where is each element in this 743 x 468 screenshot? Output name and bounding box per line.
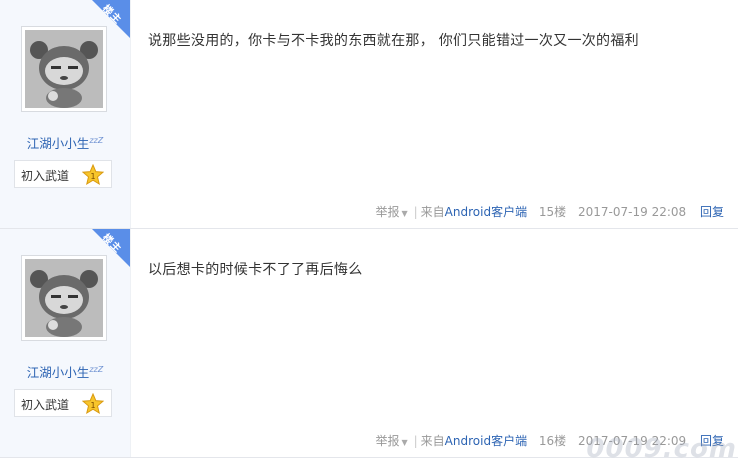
post-tail: 举报 ▼ | 来自Android客户端 15楼 2017-07-19 22:08 回复 [375, 203, 724, 220]
floor-number: 15楼 [538, 205, 567, 219]
level-name: 初入武道 [21, 169, 70, 183]
caret-down-icon[interactable]: ▼ [401, 438, 407, 447]
author-panel: 楼主 江湖小小生zzZ 初入武道 1 [0, 0, 131, 228]
sleep-icon: zzZ [89, 135, 104, 145]
source-app-link[interactable]: Android客户端 [445, 434, 527, 448]
level-badge[interactable]: 初入武道 1 [14, 389, 112, 417]
site-watermark: 0009.com [586, 434, 737, 464]
avatar[interactable] [21, 255, 107, 341]
username-text: 江湖小小生 [26, 136, 90, 151]
floor-number: 16楼 [538, 434, 567, 448]
username-link[interactable]: 江湖小小生zzZ [0, 362, 130, 381]
post-floor-16: 楼主 江湖小小生zzZ 初入武道 1 以后想卡的时候卡不了了再后悔么 举报 ▼ … [0, 229, 738, 458]
star-icon: 1 [82, 393, 104, 415]
post-content: 说那些没用的，你卡与不卡我的东西就在那， 你们只能错过一次又一次的福利 [148, 33, 639, 49]
level-number: 1 [90, 172, 95, 181]
avatar-image [25, 259, 103, 337]
level-name: 初入武道 [21, 398, 70, 412]
avatar[interactable] [21, 26, 107, 112]
source-prefix: 来自 [420, 205, 445, 219]
star-icon: 1 [82, 164, 104, 186]
source-app-link[interactable]: Android客户端 [445, 205, 527, 219]
level-badge[interactable]: 初入武道 1 [14, 160, 112, 188]
source-prefix: 来自 [420, 434, 445, 448]
avatar-image [25, 30, 103, 108]
report-button[interactable]: 举报 [375, 205, 399, 219]
username-link[interactable]: 江湖小小生zzZ [0, 133, 130, 152]
report-button[interactable]: 举报 [375, 434, 399, 448]
divider: | [413, 205, 418, 219]
caret-down-icon[interactable]: ▼ [401, 209, 407, 218]
author-panel: 楼主 江湖小小生zzZ 初入武道 1 [0, 229, 131, 457]
post-content: 以后想卡的时候卡不了了再后悔么 [148, 262, 363, 278]
level-number: 1 [90, 401, 95, 410]
post-date: 2017-07-19 22:08 [578, 205, 687, 219]
username-text: 江湖小小生 [26, 365, 90, 380]
sleep-icon: zzZ [89, 364, 104, 374]
post-floor-15: 楼主 江湖小小生zzZ 初入武道 1 说那些没用的，你卡与不卡我的东西就在那， … [0, 0, 738, 229]
divider: | [413, 434, 418, 448]
reply-button[interactable]: 回复 [700, 205, 724, 219]
